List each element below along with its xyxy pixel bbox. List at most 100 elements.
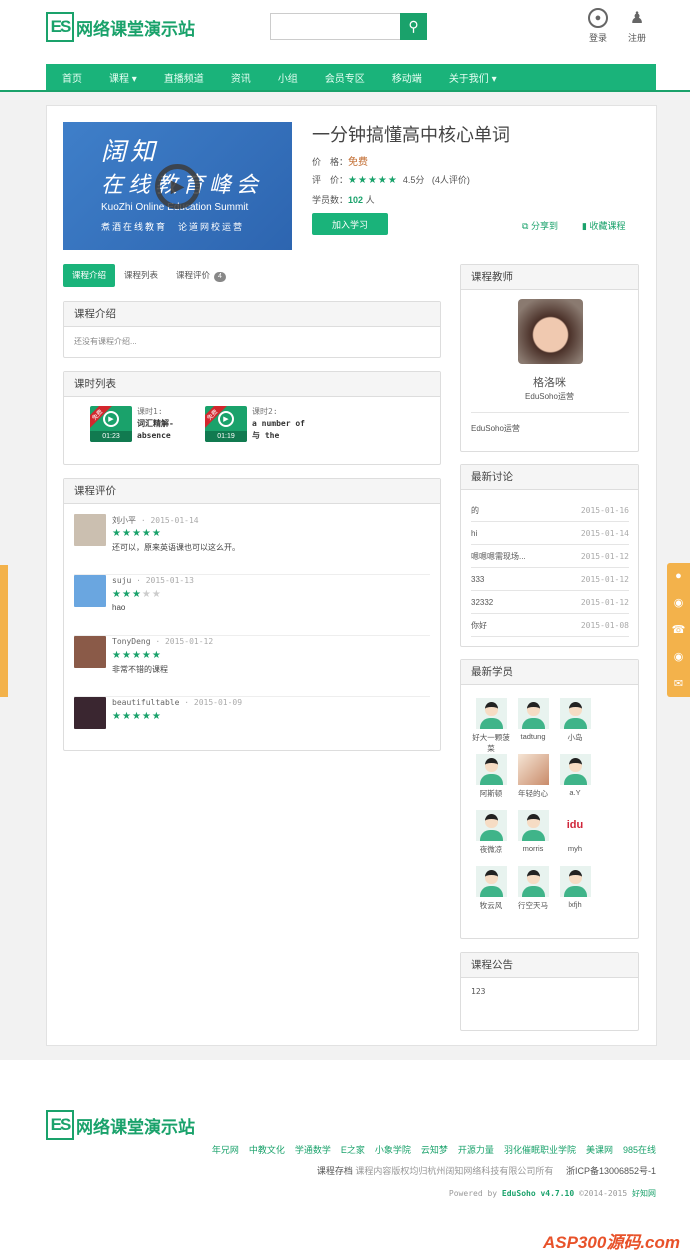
reviewer-name[interactable]: suju — [112, 576, 131, 585]
mail-icon[interactable]: ✉ — [674, 677, 683, 690]
footer-link[interactable]: 开源力量 — [458, 1143, 494, 1156]
left-float-tab[interactable] — [0, 565, 8, 697]
tab-intro[interactable]: 课程介绍 — [63, 264, 116, 287]
nav-item[interactable]: 小组 — [278, 70, 298, 85]
footer-link[interactable]: 小象学院 — [375, 1143, 411, 1156]
student-item[interactable]: 牧云风 — [471, 866, 511, 911]
phone-icon[interactable]: ☎ — [672, 623, 686, 636]
reviewer-name[interactable]: TonyDeng — [112, 637, 151, 646]
student-avatar[interactable] — [559, 754, 591, 785]
discussion-title[interactable]: 嗯嗯嗯需现场... — [471, 545, 526, 567]
nav-item[interactable]: 会员专区 — [325, 70, 365, 85]
student-name[interactable]: 夜微凉 — [471, 844, 511, 855]
student-name[interactable]: tadtung — [513, 732, 553, 741]
join-course-button[interactable]: 加入学习 — [312, 213, 388, 235]
brand-link[interactable]: 好知网 — [632, 1189, 656, 1198]
discussion-item[interactable]: hi 2015-01-14 — [471, 522, 629, 545]
student-name[interactable]: lxfjh — [555, 900, 595, 909]
student-item[interactable]: 行空天马 — [513, 866, 553, 911]
student-avatar[interactable] — [517, 754, 549, 785]
reviewer-avatar[interactable] — [74, 575, 106, 607]
icp-link[interactable]: 浙ICP备13006852号-1 — [566, 1166, 656, 1176]
student-avatar[interactable] — [559, 698, 591, 729]
student-name[interactable]: a.Y — [555, 788, 595, 797]
lesson-thumbnail[interactable]: 免费 ▶ 01:23 — [90, 406, 132, 442]
student-avatar[interactable] — [475, 754, 507, 785]
student-name[interactable]: 行空天马 — [513, 900, 553, 911]
student-name[interactable]: 小岛 — [555, 732, 595, 743]
teacher-avatar[interactable] — [518, 299, 583, 364]
student-avatar[interactable] — [559, 866, 591, 897]
student-item[interactable]: 夜微凉 — [471, 810, 511, 855]
student-avatar[interactable]: idu — [559, 810, 591, 841]
discussion-title[interactable]: 333 — [471, 568, 484, 590]
register-button[interactable]: ♟ 注册 — [622, 8, 652, 44]
reviewer-avatar[interactable] — [74, 636, 106, 668]
discussion-item[interactable]: 你好 2015-01-08 — [471, 614, 629, 637]
lesson-item[interactable]: 免费 ▶ 01:23 课时1: 词汇精解-absence — [90, 406, 187, 442]
nav-item[interactable]: 资讯 — [231, 70, 251, 85]
student-avatar[interactable] — [475, 698, 507, 729]
wechat-icon[interactable]: ◉ — [674, 650, 684, 663]
discussion-item[interactable]: 的 2015-01-16 — [471, 499, 629, 522]
lesson-thumbnail[interactable]: 免费 ▶ 01:19 — [205, 406, 247, 442]
favorite-button[interactable]: ▮ 收藏课程 — [582, 219, 625, 232]
student-item[interactable]: a.Y — [555, 754, 595, 797]
play-icon[interactable]: ▶ — [155, 164, 200, 209]
student-avatar[interactable] — [475, 810, 507, 841]
nav-item[interactable]: 课程 ▾ — [109, 70, 137, 85]
student-item[interactable]: 小岛 — [555, 698, 595, 743]
student-avatar[interactable] — [517, 866, 549, 897]
footer-link[interactable]: E之家 — [341, 1143, 365, 1156]
student-name[interactable]: 牧云风 — [471, 900, 511, 911]
discussion-item[interactable]: 嗯嗯嗯需现场... 2015-01-12 — [471, 545, 629, 568]
search-button[interactable]: ⚲ — [400, 13, 427, 40]
student-avatar[interactable] — [517, 810, 549, 841]
reviewer-name[interactable]: beautifultable — [112, 698, 179, 707]
robot-icon[interactable]: ◉ — [674, 596, 684, 609]
student-item[interactable]: 阿斯顿 — [471, 754, 511, 799]
lesson-title[interactable]: 词汇精解-absence — [137, 419, 174, 440]
lesson-item[interactable]: 免费 ▶ 01:19 课时2: a number of 与 the — [205, 406, 312, 442]
footer-link[interactable]: 云知梦 — [421, 1143, 448, 1156]
footer-link[interactable]: 中教文化 — [249, 1143, 285, 1156]
discussion-title[interactable]: hi — [471, 522, 477, 544]
share-button[interactable]: ⧉ 分享到 — [522, 219, 558, 232]
nav-item[interactable]: 关于我们 ▾ — [449, 70, 497, 85]
qq-icon[interactable]: ● — [675, 570, 682, 582]
student-name[interactable]: 年轻的心 — [513, 788, 553, 799]
login-button[interactable]: ● 登录 — [583, 8, 613, 44]
tab-reviews[interactable]: 课程评价 4 — [167, 264, 235, 287]
footer-link[interactable]: 年兄网 — [212, 1143, 239, 1156]
nav-item[interactable]: 移动端 — [392, 70, 422, 85]
discussion-title[interactable]: 32332 — [471, 591, 493, 613]
nav-item[interactable]: 直播频道 — [164, 70, 204, 85]
lesson-title[interactable]: a number of 与 the — [252, 419, 305, 440]
footer-link[interactable]: 美课网 — [586, 1143, 613, 1156]
footer-logo[interactable]: 网络课堂演示站ES网络课堂演示站 — [46, 1110, 195, 1140]
archive-link[interactable]: 课程存档 — [317, 1166, 353, 1176]
student-item[interactable]: 年轻的心 — [513, 754, 553, 799]
course-cover-video[interactable]: 阔知 在线教育峰会 KuoZhi Online Education Summit… — [63, 122, 292, 250]
student-avatar[interactable] — [517, 698, 549, 729]
student-item[interactable]: morris — [513, 810, 553, 853]
discussion-item[interactable]: 32332 2015-01-12 — [471, 591, 629, 614]
discussion-title[interactable]: 的 — [471, 499, 479, 521]
student-name[interactable]: 阿斯顿 — [471, 788, 511, 799]
student-avatar[interactable] — [475, 866, 507, 897]
student-name[interactable]: myh — [555, 844, 595, 853]
teacher-name[interactable]: 格洛咪 — [461, 374, 638, 390]
footer-link[interactable]: 学通数学 — [295, 1143, 331, 1156]
tab-lessons[interactable]: 课程列表 — [115, 264, 167, 287]
student-item[interactable]: lxfjh — [555, 866, 595, 909]
site-logo[interactable]: ES 网络课堂演示站 — [46, 12, 195, 42]
student-item[interactable]: tadtung — [513, 698, 553, 741]
footer-link[interactable]: 985在线 — [623, 1143, 656, 1156]
reviewer-name[interactable]: 刘小平 — [112, 516, 136, 525]
reviewer-avatar[interactable] — [74, 514, 106, 546]
discussion-item[interactable]: 333 2015-01-12 — [471, 568, 629, 591]
student-item[interactable]: idu myh — [555, 810, 595, 853]
edusoho-link[interactable]: EduSoho v4.7.10 — [502, 1189, 574, 1198]
nav-item[interactable]: 首页 — [62, 70, 82, 85]
discussion-title[interactable]: 你好 — [471, 614, 487, 636]
